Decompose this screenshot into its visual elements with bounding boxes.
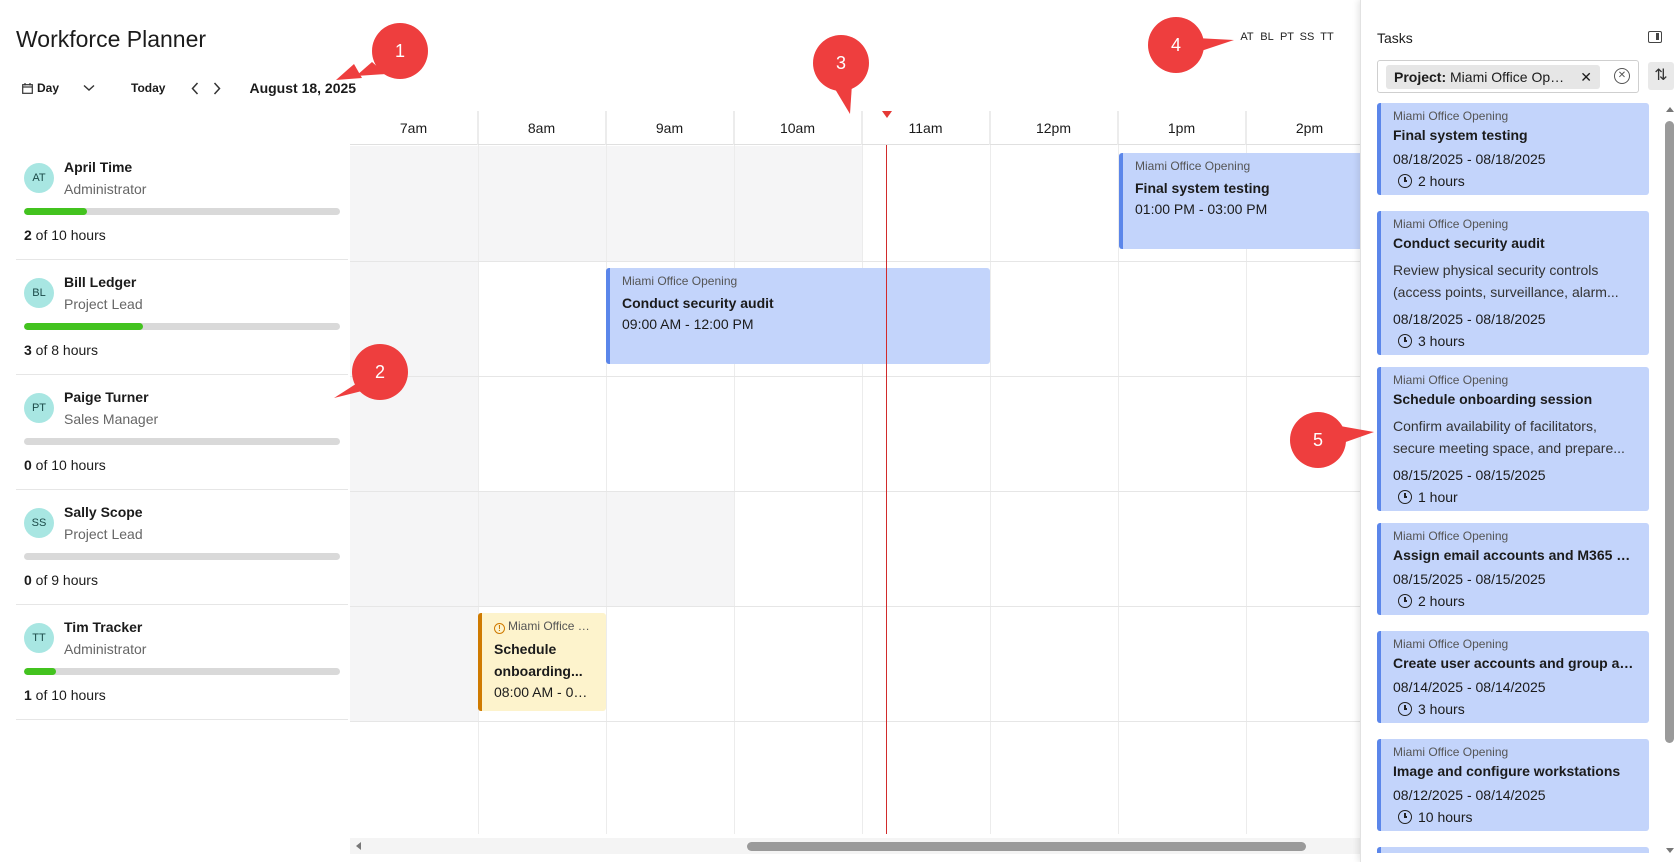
callout-tail [336,64,362,80]
annotation-callout: 4 [1148,17,1204,73]
annotation-callout: 5 [1290,412,1346,468]
annotation-callout: 3 [813,35,869,91]
annotation-callout: 1 [372,23,428,79]
workforce-planner-app: Workforce Planner Day Today August 18, 2… [0,0,1680,862]
annotation-callout: 2 [352,344,408,400]
callout-tails [334,38,1374,444]
